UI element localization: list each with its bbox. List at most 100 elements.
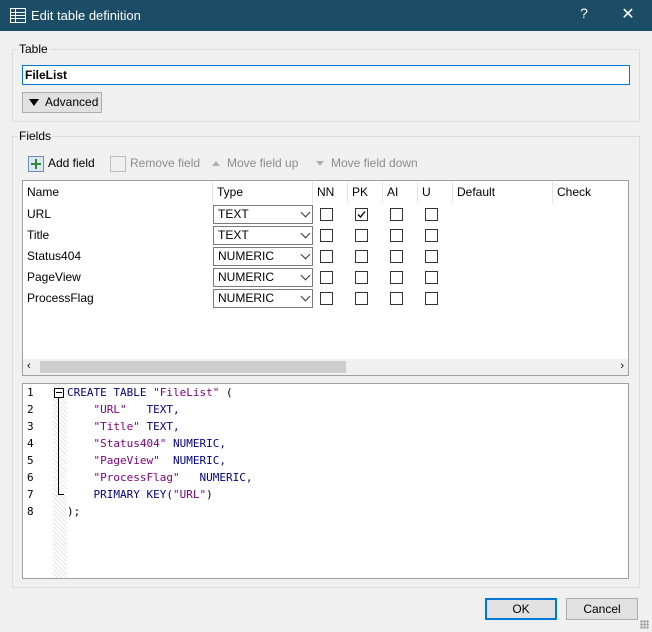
- column-header-default[interactable]: Default: [453, 181, 553, 203]
- u-checkbox[interactable]: [425, 208, 438, 221]
- table-group: [12, 49, 640, 122]
- sql-code-line: "ProcessFlag" NUMERIC,: [67, 471, 253, 484]
- scroll-right-icon[interactable]: ›: [620, 360, 624, 372]
- line-number: 2: [27, 403, 34, 416]
- nn-checkbox[interactable]: [320, 229, 333, 242]
- sql-code-line: "URL" TEXT,: [67, 403, 180, 416]
- u-checkbox[interactable]: [425, 229, 438, 242]
- table-row[interactable]: URL TEXT: [23, 204, 628, 225]
- advanced-label: Advanced: [45, 95, 99, 109]
- pk-checkbox[interactable]: [355, 292, 368, 305]
- field-type-value: NUMERIC: [218, 270, 274, 284]
- column-header-pk[interactable]: PK: [348, 181, 383, 203]
- line-number: 3: [27, 420, 34, 433]
- fields-table[interactable]: Name Type NN PK AI U Default Check URL TE…: [22, 180, 629, 376]
- pk-checkbox[interactable]: [355, 250, 368, 263]
- scroll-left-icon[interactable]: ‹: [27, 360, 31, 372]
- ai-checkbox[interactable]: [390, 229, 403, 242]
- field-type-value: NUMERIC: [218, 249, 274, 263]
- ok-button[interactable]: OK: [485, 598, 557, 620]
- column-header-nn[interactable]: NN: [313, 181, 348, 203]
- move-field-up-button[interactable]: Move field up: [212, 153, 298, 173]
- u-checkbox[interactable]: [425, 271, 438, 284]
- fold-collapse-icon[interactable]: [54, 388, 64, 398]
- pk-checkbox[interactable]: [355, 229, 368, 242]
- chevron-down-icon: [300, 291, 311, 302]
- sql-token: CREATE TABLE: [67, 386, 154, 399]
- field-name-cell[interactable]: Status404: [27, 246, 81, 266]
- u-checkbox[interactable]: [425, 292, 438, 305]
- remove-field-button[interactable]: Remove field: [110, 153, 200, 173]
- field-type-value: TEXT: [218, 228, 249, 242]
- table-name-input[interactable]: FileList: [22, 65, 630, 85]
- sql-token: "PageView": [93, 454, 160, 467]
- ai-checkbox[interactable]: [390, 292, 403, 305]
- line-number: 6: [27, 471, 34, 484]
- field-name-cell[interactable]: Title: [27, 225, 49, 245]
- pk-checkbox[interactable]: [355, 208, 368, 221]
- remove-field-icon: [110, 155, 126, 172]
- title-bar: Edit table definition ? ✕: [0, 0, 652, 31]
- nn-checkbox[interactable]: [320, 208, 333, 221]
- pk-checkbox[interactable]: [355, 271, 368, 284]
- nn-checkbox[interactable]: [320, 250, 333, 263]
- line-number: 1: [27, 386, 34, 399]
- line-number: 8: [27, 505, 34, 518]
- chevron-down-icon: [300, 270, 311, 281]
- field-type-select[interactable]: TEXT: [213, 226, 313, 245]
- column-header-check[interactable]: Check: [553, 181, 628, 203]
- table-group-label: Table: [17, 42, 50, 56]
- sql-code-line: "Title" TEXT,: [67, 420, 180, 433]
- ai-checkbox[interactable]: [390, 208, 403, 221]
- table-row[interactable]: ProcessFlag NUMERIC: [23, 288, 628, 309]
- sql-code-line: PRIMARY KEY("URL"): [67, 488, 212, 501]
- column-header-ai[interactable]: AI: [383, 181, 418, 203]
- move-field-up-label: Move field up: [227, 156, 299, 170]
- field-type-select[interactable]: NUMERIC: [213, 247, 313, 266]
- field-type-select[interactable]: NUMERIC: [213, 268, 313, 287]
- window-title: Edit table definition: [31, 8, 141, 23]
- add-field-label: Add field: [48, 156, 95, 170]
- field-type-value: NUMERIC: [218, 291, 274, 305]
- field-type-select[interactable]: NUMERIC: [213, 289, 313, 308]
- table-row[interactable]: PageView NUMERIC: [23, 267, 628, 288]
- sql-token: "Title": [93, 420, 140, 433]
- sql-code-line: CREATE TABLE "FileList" (: [67, 386, 233, 399]
- ai-checkbox[interactable]: [390, 271, 403, 284]
- line-number: 4: [27, 437, 34, 450]
- table-row[interactable]: Title TEXT: [23, 225, 628, 246]
- nn-checkbox[interactable]: [320, 271, 333, 284]
- sql-token: "FileList": [153, 386, 220, 399]
- advanced-button[interactable]: Advanced: [22, 92, 102, 113]
- field-name-cell[interactable]: ProcessFlag: [27, 288, 94, 308]
- triangle-down-icon: [29, 99, 39, 107]
- line-number: 5: [27, 454, 34, 467]
- remove-field-label: Remove field: [130, 156, 201, 170]
- cancel-button[interactable]: Cancel: [566, 598, 638, 620]
- horizontal-scrollbar[interactable]: ‹ ›: [23, 359, 628, 375]
- sql-preview-editor[interactable]: 1 CREATE TABLE "FileList" ( 2 "URL" TEXT, 3…: [22, 383, 629, 579]
- column-header-name[interactable]: Name: [23, 181, 213, 203]
- table-icon: [10, 8, 26, 23]
- help-button[interactable]: ?: [575, 5, 593, 25]
- scrollbar-thumb[interactable]: [40, 361, 346, 373]
- u-checkbox[interactable]: [425, 250, 438, 263]
- column-header-type[interactable]: Type: [213, 181, 313, 203]
- close-button[interactable]: ✕: [618, 4, 638, 26]
- field-name-cell[interactable]: PageView: [27, 267, 81, 287]
- column-header-u[interactable]: U: [418, 181, 453, 203]
- resize-grip-icon[interactable]: [640, 620, 649, 629]
- field-type-select[interactable]: TEXT: [213, 205, 313, 224]
- table-row[interactable]: Status404 NUMERIC: [23, 246, 628, 267]
- move-field-down-button[interactable]: Move field down: [316, 153, 418, 173]
- add-field-button[interactable]: Add field: [28, 153, 95, 173]
- ai-checkbox[interactable]: [390, 250, 403, 263]
- field-name-cell[interactable]: URL: [27, 204, 51, 224]
- nn-checkbox[interactable]: [320, 292, 333, 305]
- add-field-icon: [28, 155, 44, 172]
- sql-token: PRIMARY KEY(: [67, 488, 173, 501]
